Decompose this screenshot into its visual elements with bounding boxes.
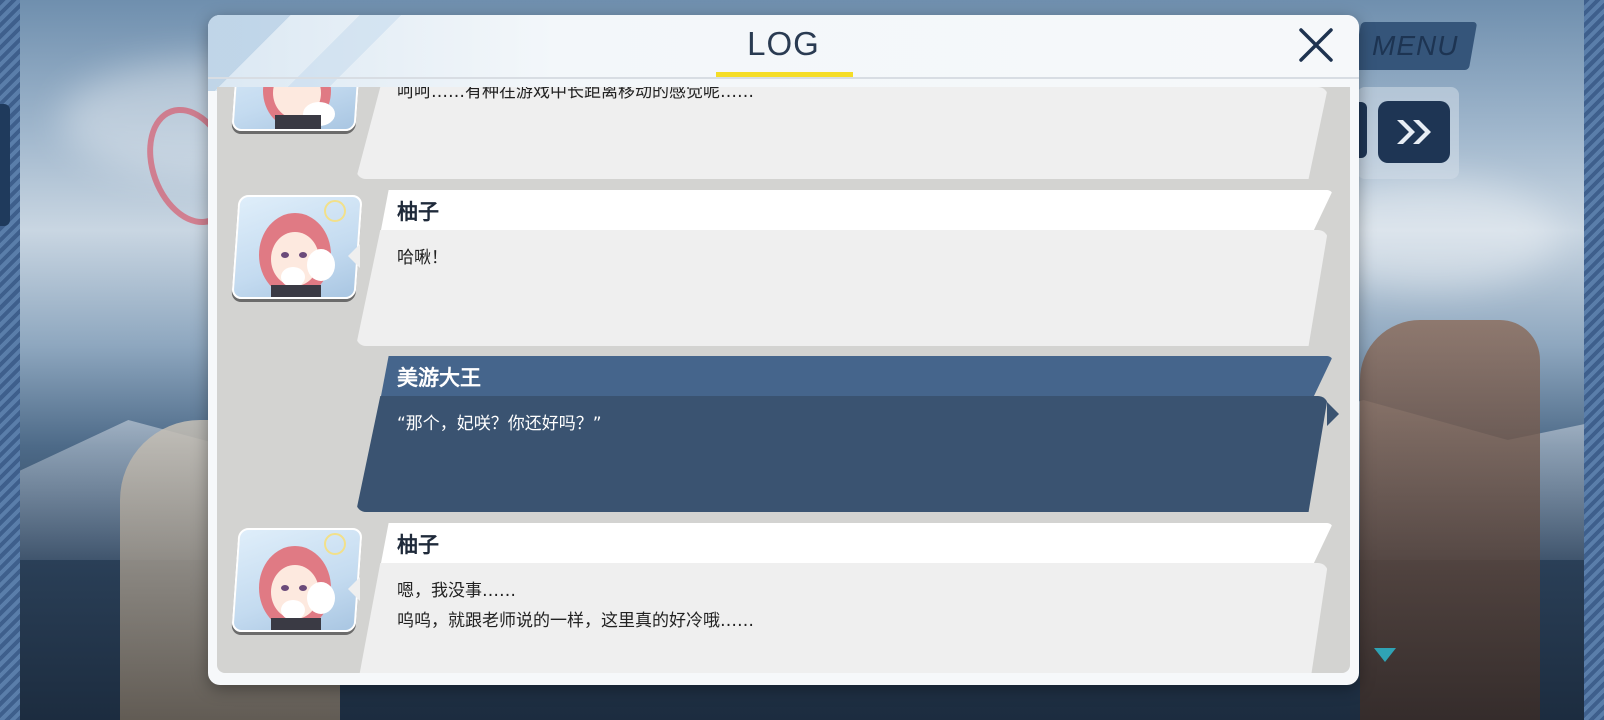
log-header: LOG [208,15,1359,91]
menu-button[interactable]: MENU [1352,22,1478,70]
character-portrait [231,87,363,131]
speaker-name: 美游大王 [397,366,481,390]
header-divider [208,77,1359,79]
log-dialog: LOG 呵呵……有种在游戏中长距离移动的感觉呢…… 柚子 哈啾！ 美游大王 “那… [208,15,1359,685]
bubble-pointer [348,244,360,268]
triangle-down-icon[interactable] [1374,648,1396,662]
message-bubble [356,230,1328,346]
character-portrait [231,195,363,299]
side-tab[interactable] [0,104,10,226]
speaker-name: 柚子 [397,200,439,224]
fast-forward-icon [1397,120,1431,144]
message-text: 嗯，我没事…… 呜呜，就跟老师说的一样，这里真的好冷哦…… [397,581,754,631]
message-text: 哈啾！ [397,248,448,268]
speaker-name-bar [381,190,1333,230]
bubble-pointer [348,577,360,601]
speaker-name-bar [381,356,1333,396]
message-text: “那个，妃咲？你还好吗？” [397,414,602,434]
speaker-name-bar [381,523,1333,563]
character-portrait [231,528,363,632]
log-title: LOG [747,25,820,62]
message-text: 呵呵……有种在游戏中长距离移动的感觉呢…… [397,87,754,102]
bubble-pointer [1327,402,1339,426]
close-icon [1299,28,1333,62]
log-list[interactable]: 呵呵……有种在游戏中长距离移动的感觉呢…… 柚子 哈啾！ 美游大王 “那个，妃咲… [217,87,1350,673]
right-border-stripe [1584,0,1604,720]
menu-label: MENU [1371,30,1459,61]
close-button[interactable] [1296,25,1336,65]
fast-forward-button[interactable] [1378,101,1450,163]
speaker-name: 柚子 [397,533,439,557]
